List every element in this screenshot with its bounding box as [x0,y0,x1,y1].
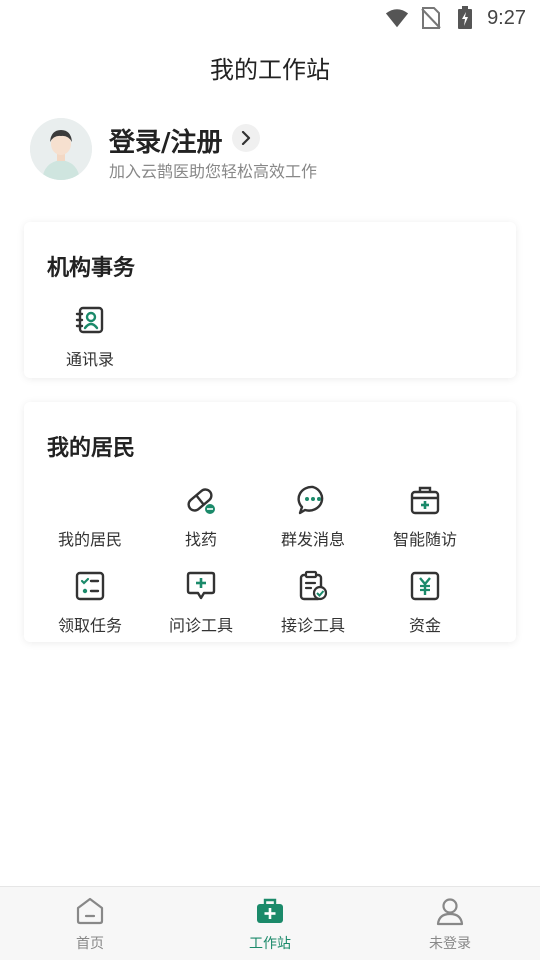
login-register-link[interactable]: 登录/注册 [109,122,223,159]
smart-followup-item[interactable]: 智能随访 [370,484,480,560]
claim-task-label: 领取任务 [57,616,122,635]
funds-item[interactable]: 资金 [370,570,480,646]
claim-task-item[interactable]: 领取任务 [35,570,145,646]
reception-tool-item[interactable]: 接诊工具 [258,570,368,646]
my-residents-item[interactable]: 我的居民 [35,484,145,560]
page-title: 我的工作站 [210,56,330,84]
no-sim-icon [419,6,443,30]
smart-followup-label: 智能随访 [392,530,457,549]
nav-profile-label: 未登录 [429,936,471,952]
mass-message-item[interactable]: 群发消息 [258,484,368,560]
medical-kit-icon [409,484,441,516]
home-icon [74,895,106,927]
nav-workstation[interactable]: 工作站 [210,895,330,955]
consult-tool-item[interactable]: 问诊工具 [146,570,256,646]
contacts-icon [74,304,106,336]
profile-section[interactable]: 登录/注册 加入云鹊医助您轻松高效工作 [30,118,510,182]
checklist-icon [74,570,106,602]
reception-tool-label: 接诊工具 [280,616,345,635]
avatar[interactable] [30,118,92,180]
mass-message-label: 群发消息 [280,530,345,549]
bottom-nav: 首页 工作站 未登录 [0,886,540,960]
status-time: 9:27 [487,6,526,29]
card-title: 机构事务 [47,256,136,281]
message-plus-icon [185,570,217,602]
user-icon [434,895,466,927]
status-bar: 9:27 [0,0,540,36]
my-residents-label: 我的居民 [57,530,122,549]
yuan-icon [409,570,441,602]
clipboard-check-icon [297,570,329,602]
residents-icon [74,484,106,516]
battery-charging-icon [453,6,477,30]
contacts-label: 通讯录 [65,350,114,369]
wifi-icon [385,6,409,30]
nav-home-label: 首页 [76,936,104,952]
contacts-item[interactable]: 通讯录 [35,304,145,380]
consult-tool-label: 问诊工具 [168,616,233,635]
chat-bubble-icon [297,484,329,516]
nav-profile[interactable]: 未登录 [390,895,510,955]
workstation-icon [254,895,286,927]
pill-icon [185,484,217,516]
institution-card: 机构事务 通讯录 [24,222,516,378]
find-medicine-item[interactable]: 找药 [146,484,256,560]
card-title: 我的居民 [47,436,136,461]
nav-home[interactable]: 首页 [30,895,150,955]
funds-label: 资金 [408,616,441,635]
find-medicine-label: 找药 [184,530,217,549]
nav-workstation-label: 工作站 [249,936,291,952]
login-subtitle: 加入云鹊医助您轻松高效工作 [109,162,318,181]
residents-card: 我的居民 我的居民 找药 群发消息 智能随访 领取任务 问诊工具 接诊工具 资金 [24,402,516,642]
chevron-right-icon[interactable] [232,124,260,152]
